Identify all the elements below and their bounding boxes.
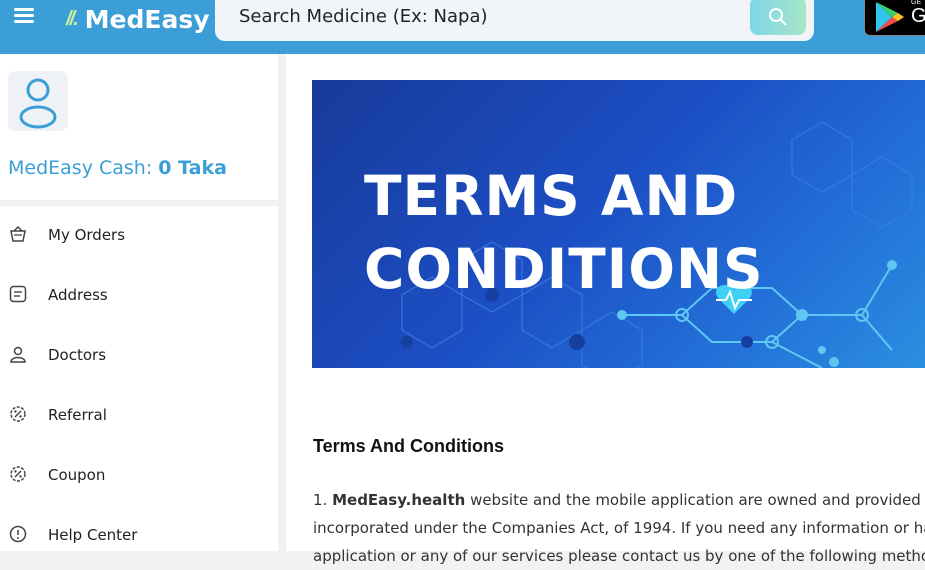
- sidebar-menu: My Orders Address Doctors Referral Coupo…: [0, 206, 278, 551]
- profile-card: MedEasy Cash: 0 Taka: [0, 54, 278, 200]
- search-bar: [215, 0, 814, 41]
- paragraph-line-2: incorporated under the Companies Act, of…: [313, 519, 925, 537]
- sidebar-item-help-center[interactable]: Help Center: [0, 506, 278, 566]
- paragraph-line-1-text: website and the mobile application are o…: [465, 491, 925, 509]
- address-icon: [9, 285, 27, 303]
- help-icon: [9, 525, 27, 543]
- coupon-icon: [10, 466, 26, 482]
- search-input[interactable]: [239, 2, 739, 30]
- logo-mark-icon: //.: [66, 7, 79, 30]
- avatar[interactable]: [8, 71, 68, 131]
- main-content: TERMS AND CONDITIONS Terms And Condition…: [286, 54, 925, 565]
- search-button[interactable]: [750, 0, 806, 35]
- sidebar-item-address[interactable]: Address: [0, 266, 278, 326]
- sidebar-item-label: Coupon: [48, 466, 106, 484]
- cash-label: MedEasy Cash:: [8, 157, 153, 179]
- sidebar-item-doctors[interactable]: Doctors: [0, 326, 278, 386]
- sidebar-item-label: My Orders: [48, 226, 126, 244]
- referral-icon: [10, 406, 26, 422]
- sidebar-item-label: Address: [48, 286, 108, 304]
- sidebar-item-label: Help Center: [48, 526, 138, 544]
- banner-title-line-2: CONDITIONS: [364, 237, 764, 301]
- paragraph-line-1: 1. MedEasy.health website and the mobile…: [313, 486, 925, 514]
- terms-paragraph: 1. MedEasy.health website and the mobile…: [313, 486, 925, 570]
- google-play-badge[interactable]: GE G: [864, 0, 925, 36]
- store-badge-large-text: G: [911, 5, 925, 28]
- terms-banner: TERMS AND CONDITIONS: [312, 80, 925, 368]
- doctor-icon: [10, 346, 26, 363]
- logo-text: MedEasy: [84, 4, 210, 34]
- banner-title-line-1: TERMS AND: [364, 164, 739, 228]
- page-title: Terms And Conditions: [313, 436, 504, 456]
- basket-icon: [10, 225, 26, 242]
- paragraph-brand: MedEasy.health: [332, 491, 466, 509]
- user-icon: [19, 78, 57, 129]
- sidebar: MedEasy Cash: 0 Taka My Orders Address D…: [0, 54, 278, 551]
- google-play-icon: [876, 2, 904, 32]
- paragraph-number: 1.: [313, 491, 328, 509]
- paragraph-line-3: application or any of our services pleas…: [313, 547, 925, 565]
- sidebar-item-label: Doctors: [48, 346, 107, 364]
- cash-value: 0 Taka: [158, 157, 227, 179]
- search-icon: [769, 8, 787, 26]
- top-bar: //. MedEasy GE G: [0, 0, 925, 54]
- banner-title: TERMS AND CONDITIONS: [364, 160, 764, 306]
- sidebar-item-label: Referral: [48, 406, 107, 424]
- sidebar-item-referral[interactable]: Referral: [0, 386, 278, 446]
- logo[interactable]: //. MedEasy: [66, 4, 210, 34]
- sidebar-item-my-orders[interactable]: My Orders: [0, 206, 278, 266]
- hamburger-menu-icon[interactable]: [14, 8, 34, 24]
- cash-balance: MedEasy Cash: 0 Taka: [8, 157, 227, 179]
- sidebar-item-coupon[interactable]: Coupon: [0, 446, 278, 506]
